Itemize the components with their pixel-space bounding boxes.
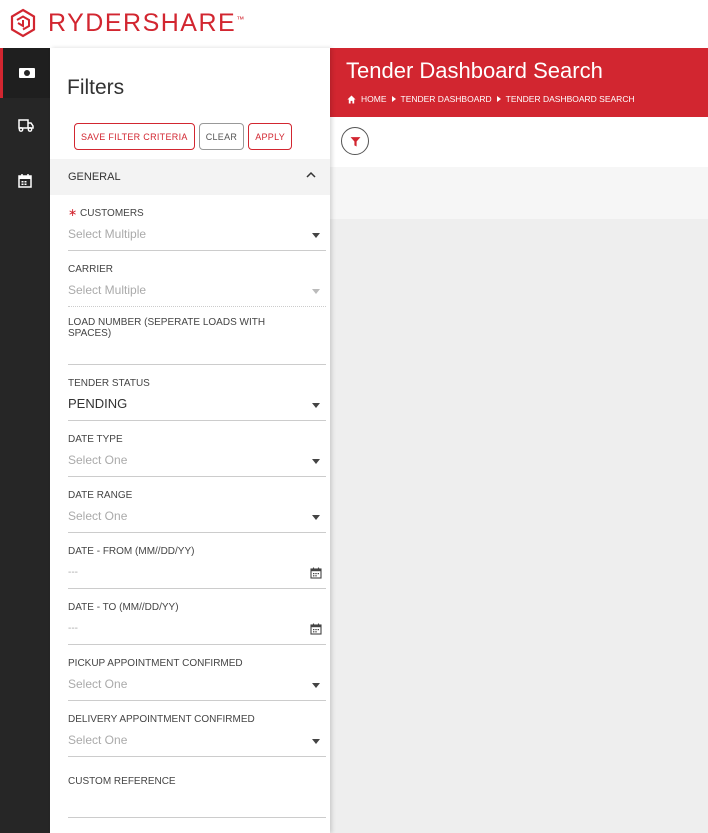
clear-button[interactable]: CLEAR [198,123,245,150]
delivery-confirmed-value: Select One [68,733,128,747]
date-from-value: --- [68,567,78,578]
custom-reference-label: CUSTOM REFERENCE [68,776,176,787]
custom-reference-input[interactable]: CUSTOM REFERENCE [68,767,326,818]
breadcrumb-separator-icon [496,96,501,102]
date-to-label: DATE - TO (MM//DD/YY) [68,602,179,613]
calendar-icon[interactable] [310,567,322,579]
delivery-confirmed-label: DELIVERY APPOINTMENT CONFIRMED [68,714,255,725]
filter-toggle-button[interactable] [341,127,369,155]
carrier-label: CARRIER [68,264,114,275]
date-range-label: DATE RANGE [68,490,133,501]
date-to-value: --- [68,623,78,634]
breadcrumb-separator-icon [391,96,396,102]
caret-down-icon [312,289,320,294]
ryder-logo[interactable]: RYDERSHARE™ [8,8,246,38]
chevron-up-icon [306,171,316,178]
delivery-confirmed-select[interactable]: DELIVERY APPOINTMENT CONFIRMED Select On… [68,711,326,757]
section-general-label: GENERAL [68,171,121,183]
customers-label-text: CUSTOMERS [80,208,144,219]
pickup-confirmed-select[interactable]: PICKUP APPOINTMENT CONFIRMED Select One [68,655,326,701]
icon-rail [0,48,50,833]
pickup-confirmed-label: PICKUP APPOINTMENT CONFIRMED [68,658,243,669]
date-from-label: DATE - FROM (MM//DD/YY) [68,546,195,557]
caret-down-icon [312,683,320,688]
caret-down-icon [312,403,320,408]
pickup-confirmed-value: Select One [68,677,128,691]
filter-icon [350,136,360,146]
date-from-input[interactable]: DATE - FROM (MM//DD/YY) --- [68,543,326,589]
load-number-label: LOAD NUMBER (SEPERATE LOADS WITH SPACES) [68,317,266,339]
apply-button[interactable]: APPLY [248,123,293,150]
results-strip [330,167,708,219]
date-type-select[interactable]: DATE TYPE Select One [68,431,326,477]
truck-icon [18,119,34,132]
calendar-icon [18,174,32,188]
section-general-header[interactable]: GENERAL [50,159,330,195]
toolbar [330,117,708,167]
dashboard-icon [18,68,35,78]
caret-down-icon [312,459,320,464]
tender-status-select[interactable]: TENDER STATUS PENDING [68,375,326,421]
date-type-label: DATE TYPE [68,434,123,445]
top-bar: RYDERSHARE™ [0,0,708,48]
required-marker: ∗ [68,207,78,219]
date-range-select[interactable]: DATE RANGE Select One [68,487,326,533]
save-filter-criteria-button[interactable]: SAVE FILTER CRITERIA [74,123,195,150]
page-title: Tender Dashboard Search [346,58,603,83]
trademark: ™ [236,14,246,24]
ryder-logo-icon [10,8,36,38]
breadcrumb: HOME TENDER DASHBOARD TENDER DASHBOARD S… [347,94,635,104]
filter-actions: SAVE FILTER CRITERIA CLEAR APPLY [74,123,293,150]
caret-down-icon [312,515,320,520]
breadcrumb-tender-dashboard-search: TENDER DASHBOARD SEARCH [505,94,635,104]
carrier-value: Select Multiple [68,283,147,297]
breadcrumb-tender-dashboard[interactable]: TENDER DASHBOARD [401,94,492,104]
caret-down-icon [312,739,320,744]
caret-down-icon [312,233,320,238]
home-icon[interactable] [347,94,356,104]
tender-status-label: TENDER STATUS [68,378,150,389]
main-content: Tender Dashboard Search HOME TENDER DASH… [330,48,708,833]
customers-value: Select Multiple [68,227,147,241]
date-range-value: Select One [68,509,128,523]
tender-status-value: PENDING [68,396,128,411]
brand-name-light: SHARE [142,8,237,37]
rail-item-dashboard[interactable] [0,48,50,98]
date-to-input[interactable]: DATE - TO (MM//DD/YY) --- [68,599,326,645]
brand-name: RYDERSHARE™ [48,9,246,38]
date-type-value: Select One [68,453,128,467]
rail-item-shipments[interactable] [0,100,50,150]
brand-name-bold: RYDER [48,8,143,37]
rail-item-calendar[interactable] [0,156,50,206]
calendar-icon[interactable] [310,623,322,635]
carrier-select[interactable]: CARRIER Select Multiple [68,261,326,307]
breadcrumb-home[interactable]: HOME [361,94,387,104]
customers-select[interactable]: ∗ CUSTOMERS Select Multiple [68,205,326,251]
customers-label: ∗ CUSTOMERS [68,207,144,220]
filters-panel: Filters SAVE FILTER CRITERIA CLEAR APPLY… [50,48,330,833]
filters-title: Filters [67,76,125,99]
page-header: Tender Dashboard Search HOME TENDER DASH… [330,48,708,117]
load-number-input[interactable]: LOAD NUMBER (SEPERATE LOADS WITH SPACES) [68,317,326,365]
